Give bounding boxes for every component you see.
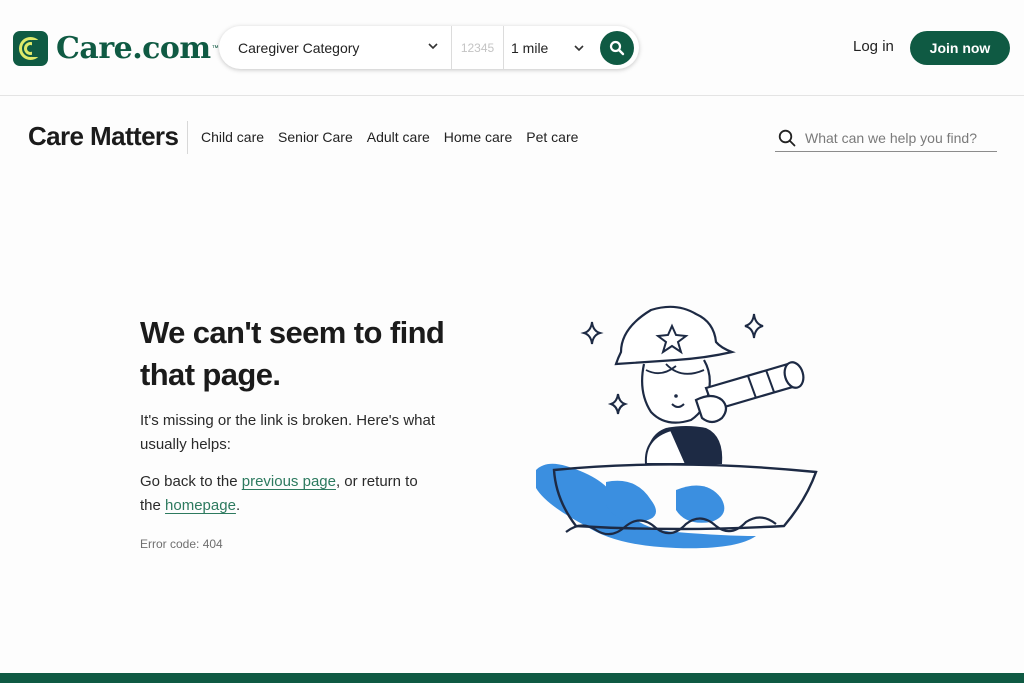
zip-code-input[interactable]: 12345 bbox=[452, 26, 504, 69]
top-header: Care.com ™ Caregiver Category 12345 1 mi… bbox=[0, 0, 1024, 96]
join-now-button[interactable]: Join now bbox=[910, 31, 1010, 65]
chevron-down-icon bbox=[574, 45, 584, 52]
pirate-telescope-illustration bbox=[526, 300, 826, 550]
caregiver-category-value: Caregiver Category bbox=[238, 39, 360, 56]
page-title: We can't seem to find that page. bbox=[140, 315, 445, 392]
distance-value: 1 mile bbox=[511, 39, 549, 56]
chevron-down-icon bbox=[428, 43, 438, 50]
site-search bbox=[775, 124, 997, 152]
login-link[interactable]: Log in bbox=[853, 38, 894, 55]
go-back-text: Go back to the bbox=[140, 473, 242, 490]
distance-select[interactable]: 1 mile bbox=[504, 26, 599, 69]
caregiver-search-bar: Caregiver Category 12345 1 mile bbox=[219, 26, 639, 69]
logo-trademark: ™ bbox=[211, 44, 219, 52]
care-logo[interactable]: Care.com ™ bbox=[13, 30, 219, 66]
topic-nav: Child care Senior Care Adult care Home c… bbox=[201, 129, 578, 145]
care-matters-brand[interactable]: Care Matters bbox=[28, 121, 179, 152]
search-icon bbox=[609, 40, 625, 55]
caregiver-category-select[interactable]: Caregiver Category bbox=[219, 26, 452, 69]
divider bbox=[187, 121, 188, 154]
error-code: Error code: 404 bbox=[140, 537, 223, 551]
care-logo-icon bbox=[13, 30, 48, 66]
nav-item-home-care[interactable]: Home care bbox=[444, 129, 512, 145]
footer-bar bbox=[0, 673, 1024, 683]
search-submit-button[interactable] bbox=[600, 30, 634, 65]
nav-item-child-care[interactable]: Child care bbox=[201, 129, 264, 145]
homepage-link[interactable]: homepage bbox=[165, 497, 236, 514]
previous-page-link[interactable]: previous page bbox=[242, 473, 336, 490]
logo-text: Care.com bbox=[56, 30, 211, 66]
site-search-input[interactable] bbox=[805, 129, 985, 146]
help-message: Go back to the previous page, or return … bbox=[140, 470, 440, 518]
search-icon bbox=[778, 129, 796, 146]
nav-item-pet-care[interactable]: Pet care bbox=[526, 129, 578, 145]
missing-message: It's missing or the link is broken. Here… bbox=[140, 412, 436, 453]
nav-item-senior-care[interactable]: Senior Care bbox=[278, 129, 353, 145]
nav-item-adult-care[interactable]: Adult care bbox=[367, 129, 430, 145]
period-text: . bbox=[235, 497, 241, 514]
